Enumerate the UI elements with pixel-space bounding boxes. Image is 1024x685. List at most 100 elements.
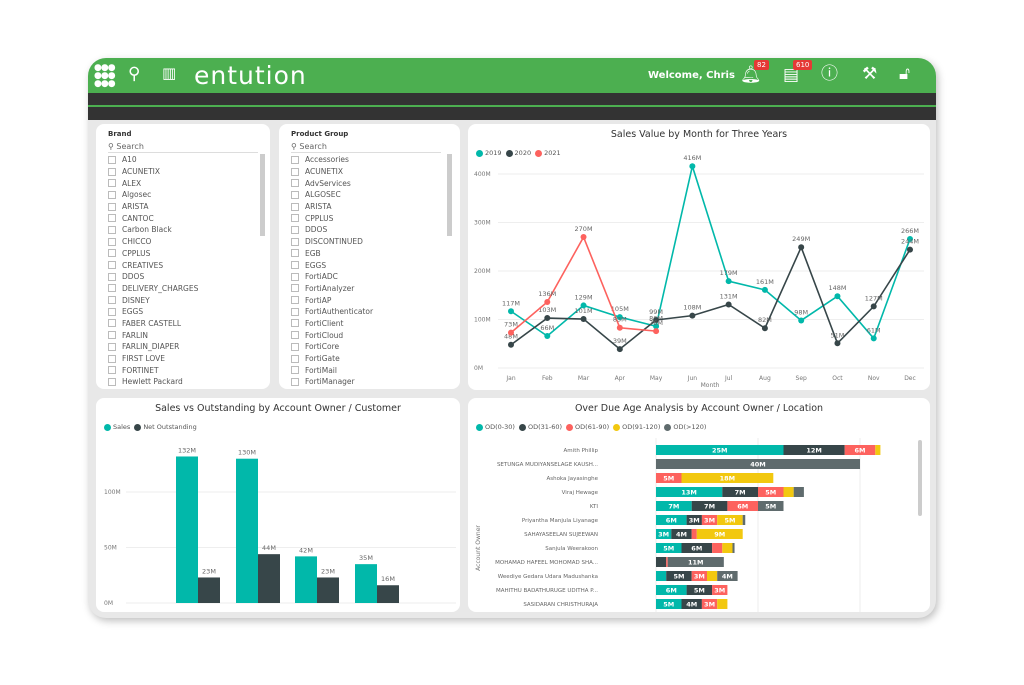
- checkbox[interactable]: [291, 354, 299, 363]
- checkbox[interactable]: [291, 261, 299, 270]
- checkbox[interactable]: [291, 307, 299, 316]
- scrollbar[interactable]: [447, 154, 452, 236]
- slicer-item[interactable]: DISCONTINUED: [291, 236, 373, 248]
- slicer-item[interactable]: DDOS: [108, 271, 198, 283]
- checkbox[interactable]: [108, 167, 116, 176]
- slicer-item[interactable]: EGB: [291, 248, 373, 260]
- slicer-item[interactable]: CPPLUS: [108, 248, 198, 260]
- slicer-item[interactable]: ARISTA: [108, 201, 198, 213]
- slicer-item[interactable]: EGGS: [291, 259, 373, 271]
- brand-search-input[interactable]: ⚲ Search: [108, 142, 258, 153]
- product-search-input[interactable]: ⚲ Search: [291, 142, 441, 153]
- checkbox[interactable]: [108, 307, 116, 316]
- checkbox[interactable]: [108, 249, 116, 258]
- slicer-item[interactable]: FortiGate: [291, 353, 373, 365]
- slicer-item[interactable]: DELIVERY_CHARGES: [108, 283, 198, 295]
- checkbox[interactable]: [291, 284, 299, 293]
- scrollbar[interactable]: [260, 154, 265, 236]
- checkbox[interactable]: [291, 179, 299, 188]
- slicer-item[interactable]: ALGOSEC: [291, 189, 373, 201]
- checkbox[interactable]: [108, 261, 116, 270]
- legend-item[interactable]: Sales: [104, 423, 130, 431]
- tools-icon[interactable]: ⚒: [862, 66, 877, 83]
- checkbox[interactable]: [291, 190, 299, 199]
- slicer-item[interactable]: CPPLUS: [291, 212, 373, 224]
- slicer-item[interactable]: FARLIN_DIAPER: [108, 341, 198, 353]
- legend-item[interactable]: OD(91-120): [613, 423, 660, 431]
- legend-item[interactable]: OD(>120): [664, 423, 706, 431]
- checkbox[interactable]: [291, 366, 299, 375]
- checkbox[interactable]: [108, 284, 116, 293]
- slicer-item[interactable]: FARLIN: [108, 329, 198, 341]
- checkbox[interactable]: [291, 237, 299, 246]
- slicer-item[interactable]: CHICCO: [108, 236, 198, 248]
- slicer-item[interactable]: FortiCore: [291, 341, 373, 353]
- legend-item[interactable]: 2019: [476, 149, 502, 157]
- checkbox[interactable]: [108, 272, 116, 281]
- checkbox[interactable]: [291, 167, 299, 176]
- scrollbar[interactable]: [918, 440, 922, 516]
- slicer-item[interactable]: FortiAP: [291, 294, 373, 306]
- slicer-item[interactable]: FIRST LOVE: [108, 353, 198, 365]
- slicer-item[interactable]: EGGS: [108, 306, 198, 318]
- slicer-item[interactable]: FortiMail: [291, 364, 373, 376]
- checkbox[interactable]: [291, 202, 299, 211]
- slicer-item[interactable]: A10: [108, 154, 198, 166]
- legend-item[interactable]: Net Outstanding: [134, 423, 197, 431]
- checkbox[interactable]: [108, 331, 116, 340]
- checkbox[interactable]: [108, 354, 116, 363]
- checkbox[interactable]: [108, 366, 116, 375]
- slicer-item[interactable]: CANTOC: [108, 212, 198, 224]
- slicer-item[interactable]: Hewlett Packard: [108, 376, 198, 388]
- slicer-item[interactable]: DDOS: [291, 224, 373, 236]
- slicer-item[interactable]: FortiADC: [291, 271, 373, 283]
- checkbox[interactable]: [291, 249, 299, 258]
- slicer-item[interactable]: CREATIVES: [108, 259, 198, 271]
- checkbox[interactable]: [291, 214, 299, 223]
- legend-item[interactable]: OD(31-60): [518, 423, 562, 431]
- checkbox[interactable]: [108, 319, 116, 328]
- checkbox[interactable]: [108, 190, 116, 199]
- checkbox[interactable]: [108, 377, 116, 386]
- checkbox[interactable]: [108, 155, 116, 164]
- slicer-item[interactable]: ACUNETIX: [291, 166, 373, 178]
- legend-item[interactable]: 2020: [505, 149, 531, 157]
- slicer-item[interactable]: ARISTA: [291, 201, 373, 213]
- unlock-icon[interactable]: 🔓︎: [899, 66, 910, 83]
- checkbox[interactable]: [291, 155, 299, 164]
- checkbox[interactable]: [108, 179, 116, 188]
- slicer-item[interactable]: ALEX: [108, 177, 198, 189]
- slicer-item[interactable]: AdvServices: [291, 177, 373, 189]
- slicer-item[interactable]: Algosec: [108, 189, 198, 201]
- slicer-item[interactable]: ACUNETIX: [108, 166, 198, 178]
- search-icon[interactable]: ⚲: [128, 66, 140, 83]
- slicer-item[interactable]: FABER CASTELL: [108, 318, 198, 330]
- checkbox[interactable]: [291, 319, 299, 328]
- checkbox[interactable]: [291, 296, 299, 305]
- slicer-item[interactable]: FortiClient: [291, 318, 373, 330]
- checkbox[interactable]: [291, 272, 299, 281]
- checkbox[interactable]: [108, 237, 116, 246]
- slicer-item[interactable]: FortiManager: [291, 376, 373, 388]
- checkbox[interactable]: [108, 225, 116, 234]
- slicer-item[interactable]: FortiAuthenticator: [291, 306, 373, 318]
- apps-grid-icon[interactable]: ●●● ●●● ●●●: [94, 64, 116, 89]
- legend-item[interactable]: OD(0-30): [476, 423, 515, 431]
- legend-item[interactable]: OD(61-90): [566, 423, 609, 431]
- slicer-item[interactable]: FORTINET: [108, 364, 198, 376]
- checkbox[interactable]: [291, 225, 299, 234]
- slicer-item[interactable]: FortiAnalyzer: [291, 283, 373, 295]
- slicer-item[interactable]: DISNEY: [108, 294, 198, 306]
- slicer-item[interactable]: FortiCloud: [291, 329, 373, 341]
- checkbox[interactable]: [291, 342, 299, 351]
- checkbox[interactable]: [108, 342, 116, 351]
- info-icon[interactable]: ⓘ: [821, 66, 838, 83]
- checkbox[interactable]: [291, 377, 299, 386]
- checkbox[interactable]: [291, 331, 299, 340]
- checkbox[interactable]: [108, 202, 116, 211]
- checkbox[interactable]: [108, 214, 116, 223]
- map-icon[interactable]: ▥: [162, 66, 176, 81]
- slicer-item[interactable]: Accessories: [291, 154, 373, 166]
- checkbox[interactable]: [108, 296, 116, 305]
- legend-item[interactable]: 2021: [535, 149, 561, 157]
